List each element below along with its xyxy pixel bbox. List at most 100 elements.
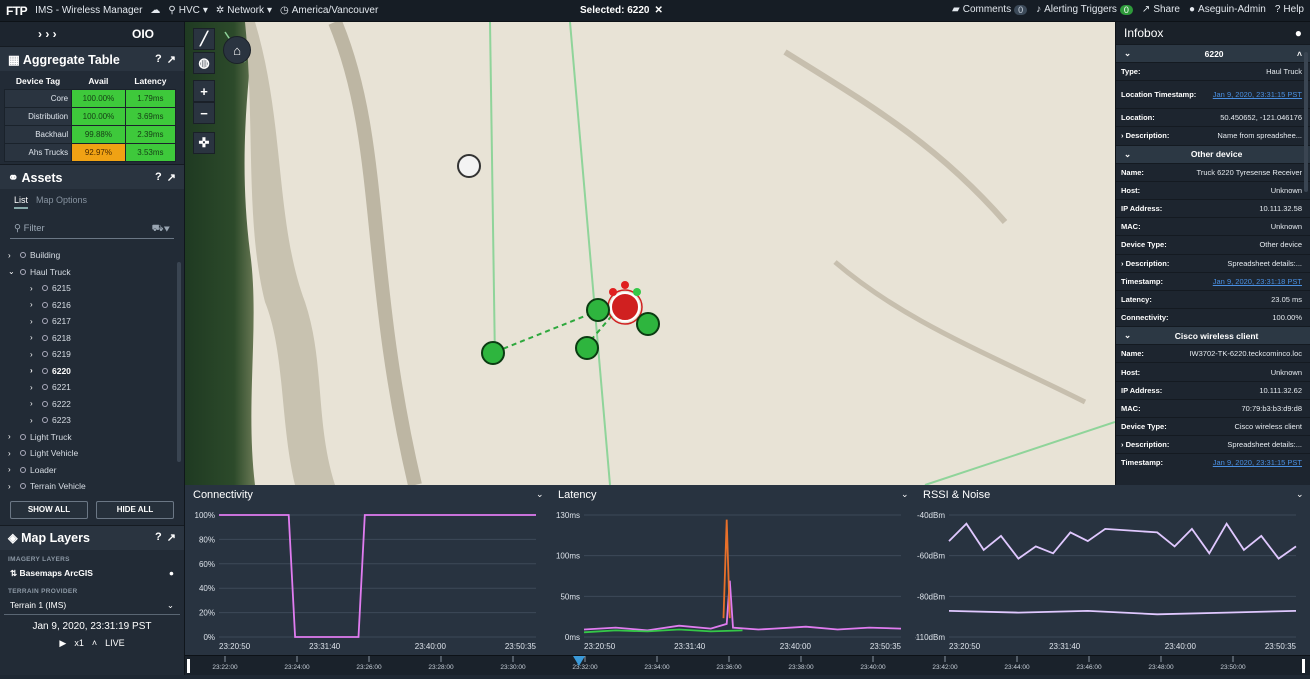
map-asset-light-vehicle[interactable] bbox=[457, 154, 481, 178]
chevron-right-icon[interactable]: › bbox=[30, 366, 38, 375]
network-dropdown[interactable]: ✲ Network ▾ bbox=[216, 5, 272, 16]
filter-input[interactable]: ⚲ Filter ⛟▾ bbox=[10, 219, 174, 239]
visibility-icon[interactable] bbox=[20, 268, 26, 275]
external-link-icon[interactable]: ↗ bbox=[167, 531, 176, 544]
tree-item[interactable]: › Loader bbox=[0, 462, 184, 479]
alerting-button[interactable]: ♪ Alerting Triggers 0 bbox=[1036, 4, 1133, 15]
help-icon[interactable]: ? bbox=[155, 53, 162, 66]
infobox-value[interactable]: Jan 9, 2020, 23:31:15 PST bbox=[1213, 458, 1302, 467]
play-icon[interactable]: ▶ bbox=[59, 638, 66, 649]
chevron-right-icon[interactable]: › bbox=[30, 399, 38, 408]
chevron-down-icon[interactable]: ⌄ bbox=[8, 267, 16, 276]
tree-item[interactable]: › 6221 bbox=[0, 379, 184, 396]
tree-item[interactable]: › Light Truck bbox=[0, 429, 184, 446]
imagery-layer-row[interactable]: ⇅ Basemaps ArcGIS ● bbox=[0, 565, 184, 582]
zoom-in-button[interactable]: + bbox=[193, 80, 215, 102]
map-asset-truck-c[interactable] bbox=[575, 336, 599, 360]
layout-toggle[interactable]: OIO bbox=[132, 27, 154, 41]
visibility-icon[interactable] bbox=[20, 252, 26, 259]
aggregate-col-1[interactable]: Avail bbox=[72, 73, 126, 90]
external-link-icon[interactable]: ↗ bbox=[167, 53, 176, 66]
map-view[interactable]: ╱ ◍ + − ✜ ⌂ bbox=[185, 22, 1115, 485]
visibility-icon[interactable] bbox=[20, 466, 26, 473]
visibility-icon[interactable] bbox=[42, 301, 48, 308]
map-asset-truck-b[interactable] bbox=[636, 312, 660, 336]
tree-item[interactable]: ⌄ Haul Truck bbox=[0, 264, 184, 281]
visibility-icon[interactable] bbox=[20, 433, 26, 440]
external-link-icon[interactable]: ↗ bbox=[167, 171, 176, 184]
chevron-right-icon[interactable]: › bbox=[30, 333, 38, 342]
visibility-icon[interactable] bbox=[20, 450, 26, 457]
tree-item[interactable]: › Building bbox=[0, 247, 184, 264]
table-row[interactable]: Distribution 100.00% 3.69ms bbox=[3, 107, 177, 126]
table-row[interactable]: Ahs Trucks 92.97% 3.53ms bbox=[3, 143, 177, 162]
tree-item[interactable]: › 6218 bbox=[0, 330, 184, 347]
tree-item[interactable]: › 6223 bbox=[0, 412, 184, 429]
close-icon[interactable]: ✕ bbox=[655, 5, 663, 16]
infobox-other-section[interactable]: ⌄ Other device bbox=[1116, 144, 1310, 163]
table-row[interactable]: Backhaul 99.88% 2.39ms bbox=[3, 125, 177, 144]
chevron-right-icon[interactable]: › bbox=[8, 432, 16, 441]
locate-icon[interactable]: ✜ bbox=[193, 132, 215, 154]
infobox-cisco-section[interactable]: ⌄ Cisco wireless client bbox=[1116, 326, 1310, 345]
user-menu[interactable]: ● Aseguin-Admin bbox=[1189, 4, 1266, 15]
infobox-key[interactable]: › Description: bbox=[1121, 440, 1169, 449]
infobox-key[interactable]: › Description: bbox=[1121, 259, 1169, 268]
tree-item[interactable]: › Light Vehicle bbox=[0, 445, 184, 462]
visibility-icon[interactable] bbox=[42, 318, 48, 325]
expand-button[interactable]: › › › bbox=[38, 27, 57, 41]
infobox-value[interactable]: Jan 9, 2020, 23:31:18 PST bbox=[1213, 277, 1302, 286]
chevron-up-icon[interactable]: ˄ bbox=[92, 638, 97, 649]
infobox-value[interactable]: Jan 9, 2020, 23:31:15 PST bbox=[1213, 90, 1302, 99]
help-icon[interactable]: ? bbox=[155, 531, 162, 544]
comments-button[interactable]: ▰ Comments 0 bbox=[952, 4, 1028, 15]
visibility-icon[interactable] bbox=[42, 285, 48, 292]
hide-all-button[interactable]: HIDE ALL bbox=[96, 500, 174, 519]
help-icon[interactable]: ? bbox=[155, 171, 162, 184]
visibility-icon[interactable] bbox=[42, 400, 48, 407]
map-asset-truck-a[interactable] bbox=[586, 298, 610, 322]
visibility-icon[interactable] bbox=[42, 367, 48, 374]
chevron-right-icon[interactable]: › bbox=[8, 482, 16, 491]
tree-item[interactable]: › 6220 bbox=[0, 363, 184, 380]
home-icon[interactable]: ⌂ bbox=[223, 36, 251, 64]
chevron-right-icon[interactable]: › bbox=[30, 317, 38, 326]
tree-item[interactable]: › Terrain Vehicle bbox=[0, 478, 184, 495]
infobox-key[interactable]: › Description: bbox=[1121, 131, 1169, 140]
chevron-right-icon[interactable]: › bbox=[30, 300, 38, 309]
tree-item[interactable]: › 6215 bbox=[0, 280, 184, 297]
visibility-icon[interactable] bbox=[42, 417, 48, 424]
aggregate-col-2[interactable]: Latency bbox=[125, 73, 175, 90]
chevron-right-icon[interactable]: › bbox=[30, 383, 38, 392]
visibility-icon[interactable] bbox=[42, 384, 48, 391]
visibility-icon[interactable] bbox=[42, 351, 48, 358]
help-button[interactable]: ? Help bbox=[1275, 4, 1304, 15]
infobox-scrollbar[interactable] bbox=[1304, 52, 1308, 192]
chevron-right-icon[interactable]: › bbox=[30, 416, 38, 425]
tree-item[interactable]: › 6222 bbox=[0, 396, 184, 413]
close-infobox-icon[interactable]: ● bbox=[1295, 26, 1302, 40]
visibility-icon[interactable]: ● bbox=[169, 568, 174, 578]
aggregate-col-0[interactable]: Device Tag bbox=[5, 73, 72, 90]
chevron-right-icon[interactable]: › bbox=[30, 284, 38, 293]
chevron-right-icon[interactable]: › bbox=[8, 465, 16, 474]
tab-list[interactable]: List bbox=[14, 195, 29, 209]
tab-map-options[interactable]: Map Options bbox=[36, 195, 87, 209]
speed-selector[interactable]: x1 bbox=[74, 638, 84, 649]
infobox-device-section[interactable]: ⌄ 6220 ˄ bbox=[1116, 44, 1310, 62]
live-button[interactable]: LIVE bbox=[105, 638, 125, 649]
assets-scrollbar[interactable] bbox=[177, 262, 181, 462]
chevron-right-icon[interactable]: › bbox=[8, 251, 16, 260]
timezone-selector[interactable]: ◷ America/Vancouver bbox=[280, 5, 378, 16]
table-row[interactable]: Core 100.00% 1.79ms bbox=[3, 89, 177, 108]
timeline-start-handle[interactable] bbox=[187, 659, 190, 673]
chevron-right-icon[interactable]: › bbox=[30, 350, 38, 359]
chevron-right-icon[interactable]: › bbox=[8, 449, 16, 458]
show-all-button[interactable]: SHOW ALL bbox=[10, 500, 88, 519]
globe-icon[interactable]: ◍ bbox=[193, 52, 215, 74]
draw-line-icon[interactable]: ╱ bbox=[193, 28, 215, 50]
cloud-icon[interactable]: ☁ bbox=[150, 5, 160, 16]
share-button[interactable]: ↗ Share bbox=[1142, 4, 1180, 15]
tree-item[interactable]: › 6217 bbox=[0, 313, 184, 330]
timeline-bar[interactable]: 23:22:00 23:24:00 23:26:00 23:28:00 23:30:00… bbox=[185, 655, 1310, 675]
